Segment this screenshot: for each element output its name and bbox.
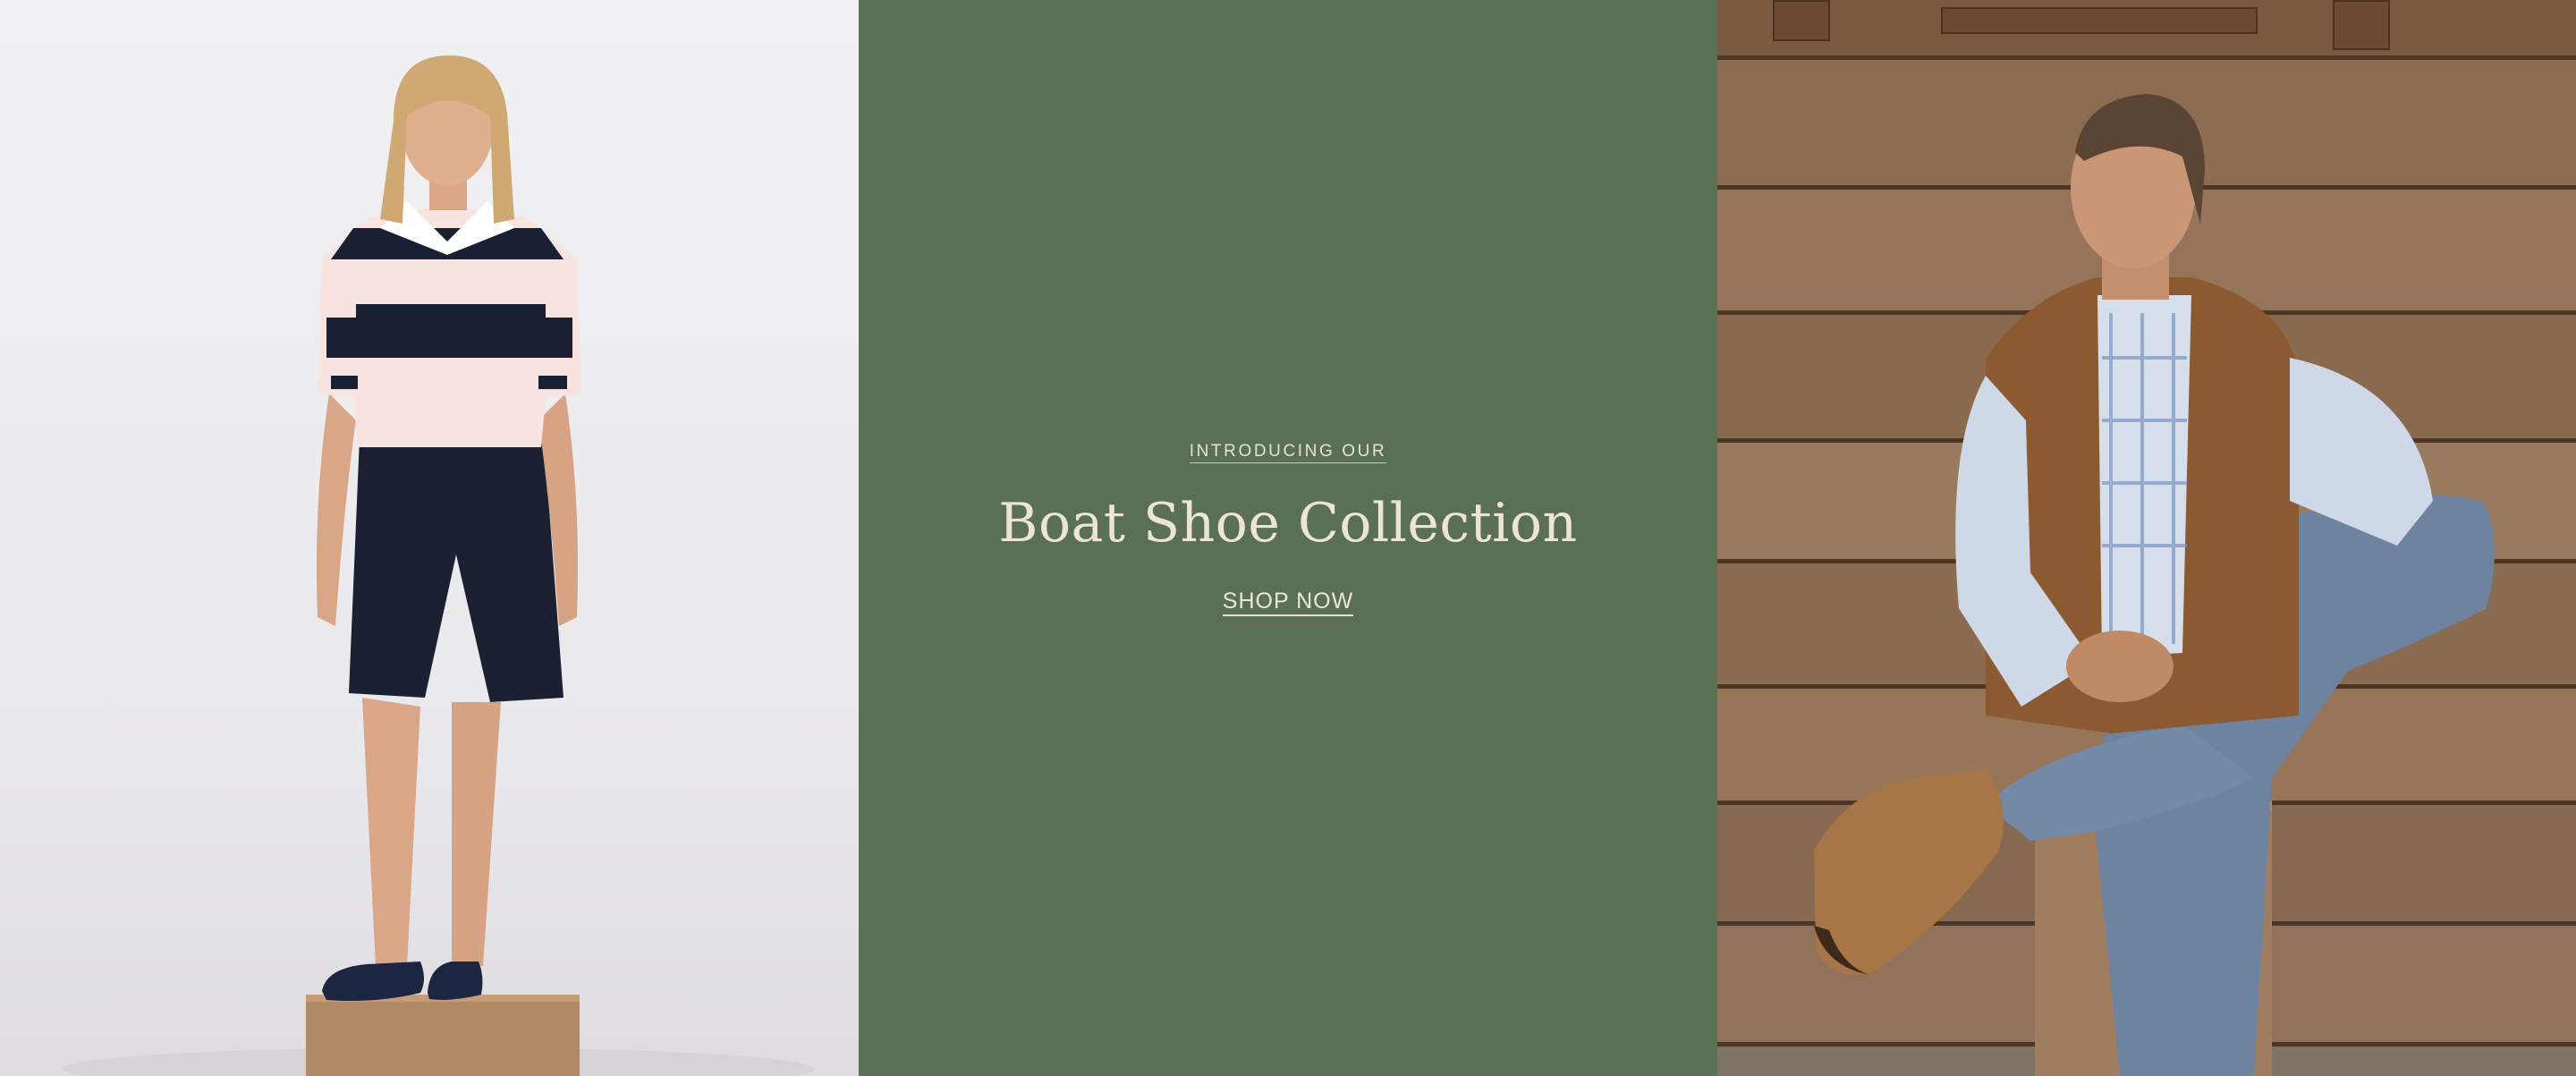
promo-text-panel: INTRODUCING OUR Boat Shoe Collection SHO… [859,0,1717,1076]
promo-hero-banner: INTRODUCING OUR Boat Shoe Collection SHO… [0,0,2576,1076]
shop-now-link[interactable]: SHOP NOW [1222,589,1354,616]
promo-eyebrow: INTRODUCING OUR [1189,442,1387,463]
man-figure-illustration [1814,94,2495,1076]
right-lifestyle-image [1717,0,2576,1076]
woman-figure-illustration [63,55,814,1076]
promo-headline: Boat Shoe Collection [998,492,1578,555]
left-lifestyle-image [0,0,859,1076]
